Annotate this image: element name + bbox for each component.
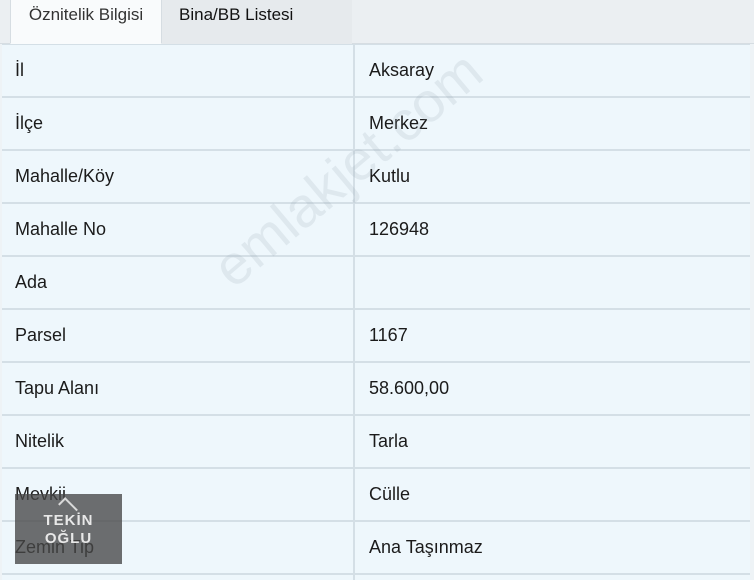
tab-bar: Öznitelik Bilgisi Bina/BB Listesi (0, 0, 754, 44)
table-row: Mahalle/Köy Kutlu (2, 150, 750, 203)
row-value: 1167 (369, 325, 408, 345)
table-row: Nitelik Tarla (2, 415, 750, 468)
row-value: Tarla (369, 431, 409, 451)
row-label: Mahalle/Köy (2, 151, 355, 202)
agency-logo: TEKİN OĞLU (15, 494, 122, 564)
row-label: İlçe (2, 98, 355, 149)
logo-text-line1: TEKİN (43, 512, 94, 529)
tab-bina-bb-listesi[interactable]: Bina/BB Listesi (162, 0, 352, 44)
row-value: Aksaray (369, 60, 435, 80)
table-row: Tapu Alanı 58.600,00 (2, 362, 750, 415)
column-divider (353, 575, 355, 580)
row-label: Tapu Alanı (2, 363, 355, 414)
logo-text-line2: OĞLU (44, 530, 93, 547)
table-row-partial (2, 574, 750, 580)
row-label: Mahalle No (2, 204, 355, 255)
row-value: 58.600,00 (369, 378, 450, 398)
table-row: İlçe Merkez (2, 97, 750, 150)
row-label: Nitelik (2, 416, 355, 467)
table-row: Mahalle No 126948 (2, 203, 750, 256)
table-row: İl Aksaray (2, 44, 750, 97)
row-label: Ada (2, 257, 355, 308)
row-value: Merkez (369, 113, 429, 133)
row-value (355, 257, 750, 308)
table-row: Parsel 1167 (2, 309, 750, 362)
row-value: Ana Taşınmaz (369, 537, 483, 557)
page: Öznitelik Bilgisi Bina/BB Listesi İl Aks… (0, 0, 754, 580)
row-label: Parsel (2, 310, 355, 361)
row-value: 126948 (369, 219, 430, 239)
table-row: Ada (2, 256, 750, 309)
row-value: Cülle (369, 484, 411, 504)
row-value: Kutlu (369, 166, 411, 186)
row-label: İl (2, 45, 355, 96)
tab-oznitelik-bilgisi[interactable]: Öznitelik Bilgisi (10, 0, 162, 44)
